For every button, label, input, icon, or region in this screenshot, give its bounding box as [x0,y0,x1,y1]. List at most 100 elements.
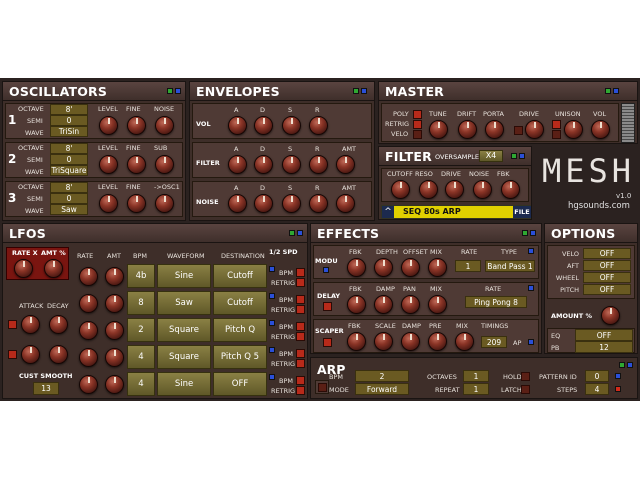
octave-select[interactable]: 8' [50,104,88,115]
arp-mode-select[interactable]: Forward [355,383,409,395]
delay-rate-led[interactable] [528,285,534,291]
option-select[interactable]: OFF [583,248,631,259]
lfo-amt-knob[interactable] [105,321,124,340]
modu-led[interactable] [323,267,329,273]
filter-knob[interactable] [445,180,464,199]
smooth-value[interactable]: 13 [33,382,59,395]
env-knob[interactable] [254,155,273,174]
filter-knob[interactable] [391,180,410,199]
env-knob[interactable] [254,116,273,135]
arp-repeat-select[interactable]: 1 [463,383,489,395]
vol-knob[interactable] [591,120,610,139]
arp-octaves-select[interactable]: 1 [463,370,489,382]
unison-toggle-2[interactable] [552,130,561,139]
filter-knob[interactable] [419,180,438,199]
amount-knob[interactable] [601,306,620,325]
file-button[interactable]: FILE [513,206,531,218]
env-knob[interactable] [309,155,328,174]
arp-pattern-select[interactable]: 0 [585,370,609,382]
lfo-retrig-toggle[interactable] [296,278,305,287]
lfo-amt-knob[interactable] [105,348,124,367]
lfo-destination-select[interactable]: Cutoff [213,291,267,315]
arp-toggle[interactable] [318,383,327,392]
osc-knob[interactable] [127,194,146,213]
modu-type-select[interactable]: Band Pass 1 [485,260,535,272]
decay-knob[interactable] [49,315,68,334]
filter-knob[interactable] [473,180,492,199]
lfo-bpm-toggle[interactable] [296,376,305,385]
lfo-waveform-select[interactable]: Square [157,345,211,369]
env-knob[interactable] [254,194,273,213]
lfo-amt-knob[interactable] [105,267,124,286]
scaper-knob[interactable] [347,332,366,351]
drive-toggle[interactable] [514,126,523,135]
lfo-waveform-select[interactable]: Square [157,318,211,342]
porta-knob[interactable] [485,120,504,139]
drift-knob[interactable] [458,120,477,139]
env-knob[interactable] [282,194,301,213]
lfo-rate-knob[interactable] [79,348,98,367]
octave-select[interactable]: 8' [50,182,88,193]
osc-knob[interactable] [127,116,146,135]
lfo-waveform-select[interactable]: Sine [157,264,211,288]
lfo-bpm-toggle[interactable] [296,322,305,331]
delay-toggle[interactable] [323,302,332,311]
lfo-retrig-toggle[interactable] [296,386,305,395]
lfo-bpm-select[interactable]: 2 [127,318,155,342]
unison-toggle-1[interactable] [552,120,561,129]
lfo-bpm-select[interactable]: 4 [127,372,155,396]
poly-toggle[interactable] [413,110,422,119]
velo-toggle[interactable] [413,130,422,139]
lfo-rate-knob[interactable] [79,267,98,286]
retrig-toggle[interactable] [413,120,422,129]
lfo-bpm-toggle[interactable] [296,268,305,277]
lfo-waveform-select[interactable]: Sine [157,372,211,396]
modu-knob[interactable] [428,258,447,277]
arp-steps-select[interactable]: 4 [585,383,609,395]
osc-knob[interactable] [155,194,174,213]
amt-pct-knob[interactable] [44,259,63,278]
lfo-destination-select[interactable]: OFF [213,372,267,396]
rate-x-knob[interactable] [14,259,33,278]
delay-knob[interactable] [428,295,447,314]
arp-hold-toggle[interactable] [521,372,530,381]
env-knob[interactable] [309,116,328,135]
lfo-amt-knob[interactable] [105,375,124,394]
tune-knob[interactable] [429,120,448,139]
arp-latch-toggle[interactable] [521,385,530,394]
delay-knob[interactable] [347,295,366,314]
lfo-destination-select[interactable]: Pitch Q [213,318,267,342]
osc-knob[interactable] [99,155,118,174]
wave-select[interactable]: Saw [50,204,88,215]
lfo-bpm-select[interactable]: 4 [127,345,155,369]
osc-knob[interactable] [155,155,174,174]
env-knob[interactable] [228,194,247,213]
modu-knob[interactable] [374,258,393,277]
lfo-bpm-toggle[interactable] [296,295,305,304]
env-knob[interactable] [336,194,355,213]
lfo-bpm-select[interactable]: 8 [127,291,155,315]
semi-select[interactable]: 0 [50,193,88,204]
scaper-knob[interactable] [455,332,474,351]
option-select[interactable]: OFF [583,284,631,295]
lfo-amt-knob[interactable] [105,294,124,313]
semi-select[interactable]: 0 [50,154,88,165]
attack-knob[interactable] [21,315,40,334]
unison-knob[interactable] [564,120,583,139]
wave-select[interactable]: TriSquare [50,165,88,176]
modu-knob[interactable] [401,258,420,277]
lfo-rate-knob[interactable] [79,294,98,313]
preset-name[interactable]: SEQ 80s ARP [403,207,461,216]
modu-rate-select[interactable]: 1 [455,260,481,272]
option-select[interactable]: OFF [583,272,631,283]
lfo-retrig-toggle[interactable] [296,332,305,341]
preset-arrow-button[interactable]: ^ [382,206,394,218]
scaper-timings-select[interactable]: 209 [481,336,507,348]
eq-select[interactable]: OFF [575,329,633,341]
env-knob[interactable] [228,155,247,174]
scaper-knob[interactable] [428,332,447,351]
scaper-ap-led[interactable] [528,339,534,345]
half-speed-led[interactable] [269,266,275,272]
lfo-retrig-toggle[interactable] [296,305,305,314]
env-knob[interactable] [309,194,328,213]
